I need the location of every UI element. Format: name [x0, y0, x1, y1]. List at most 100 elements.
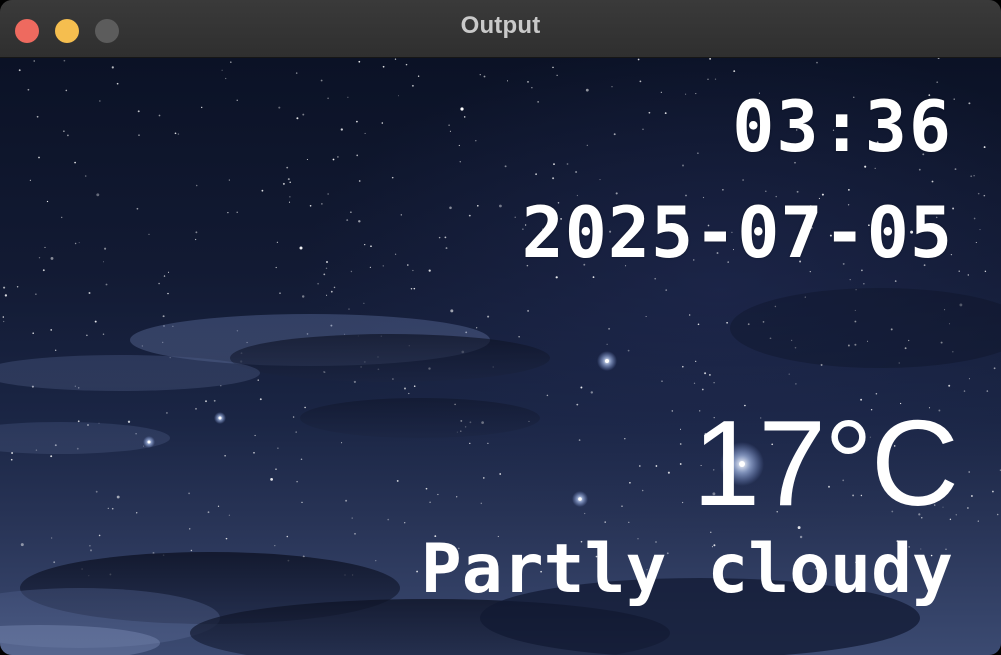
star — [487, 442, 489, 445]
star — [984, 270, 987, 273]
star — [506, 80, 509, 82]
star — [194, 238, 197, 241]
star — [174, 132, 177, 135]
star — [445, 247, 448, 250]
star — [405, 63, 408, 66]
star — [42, 269, 45, 272]
star — [654, 277, 657, 280]
star — [848, 189, 850, 191]
star — [514, 216, 516, 218]
star — [213, 399, 216, 402]
star — [111, 507, 114, 510]
star — [287, 178, 290, 181]
star — [165, 411, 168, 414]
star — [29, 179, 31, 181]
star — [397, 95, 400, 97]
star — [713, 382, 715, 384]
star — [102, 333, 105, 335]
star — [556, 74, 558, 76]
star — [35, 293, 37, 295]
star — [321, 203, 323, 205]
star — [413, 287, 416, 290]
star — [476, 327, 478, 329]
star — [63, 59, 66, 62]
star — [411, 84, 414, 87]
star — [158, 114, 161, 117]
star — [347, 96, 349, 98]
star — [162, 315, 165, 318]
star — [499, 473, 502, 475]
star — [382, 265, 384, 267]
star — [518, 336, 520, 338]
star — [504, 165, 507, 168]
star — [973, 175, 975, 177]
star — [253, 451, 255, 454]
star — [404, 387, 406, 390]
star — [979, 229, 981, 231]
star — [289, 181, 291, 184]
star — [459, 161, 461, 163]
star — [693, 382, 696, 384]
star — [358, 180, 361, 182]
star — [136, 207, 139, 210]
star — [275, 468, 277, 470]
star — [158, 282, 160, 285]
star — [695, 360, 697, 362]
star — [205, 400, 207, 403]
star — [10, 458, 13, 461]
star — [138, 134, 140, 136]
star — [50, 329, 53, 331]
star — [84, 175, 87, 177]
star — [954, 168, 957, 171]
star — [682, 164, 684, 167]
star — [304, 406, 306, 409]
star — [608, 327, 611, 330]
star — [665, 289, 668, 291]
star — [300, 458, 303, 460]
star — [74, 161, 76, 164]
star — [679, 463, 682, 465]
star — [611, 86, 613, 88]
star — [664, 112, 667, 115]
star — [661, 380, 663, 382]
star — [894, 280, 897, 282]
star — [977, 192, 980, 195]
star — [201, 106, 203, 109]
star — [553, 163, 555, 165]
star — [188, 492, 191, 495]
star — [38, 156, 40, 159]
star — [599, 179, 601, 181]
star — [96, 193, 100, 197]
star — [358, 220, 361, 223]
star — [370, 245, 372, 248]
star — [628, 521, 630, 523]
star — [983, 146, 986, 149]
star — [413, 385, 416, 387]
star — [86, 334, 88, 337]
app-window: Output 03:36 2025-07-05 17°C Partly clou… — [0, 0, 1001, 655]
title-bar[interactable]: Output — [0, 0, 1001, 58]
star — [188, 528, 191, 530]
star — [55, 349, 57, 351]
star — [78, 242, 80, 244]
star — [32, 332, 34, 335]
star — [296, 480, 298, 483]
star — [444, 236, 447, 239]
star — [46, 200, 49, 203]
star — [227, 211, 229, 214]
window-title: Output — [460, 12, 541, 39]
star — [292, 416, 295, 418]
star — [195, 231, 198, 234]
star — [350, 211, 352, 213]
star — [585, 88, 589, 92]
star — [111, 66, 114, 69]
star — [450, 309, 454, 313]
star — [330, 290, 333, 293]
star — [301, 501, 303, 504]
star — [613, 133, 616, 136]
star — [90, 549, 92, 552]
star — [404, 522, 406, 524]
star — [364, 132, 366, 134]
star — [586, 144, 588, 146]
star — [323, 273, 326, 276]
